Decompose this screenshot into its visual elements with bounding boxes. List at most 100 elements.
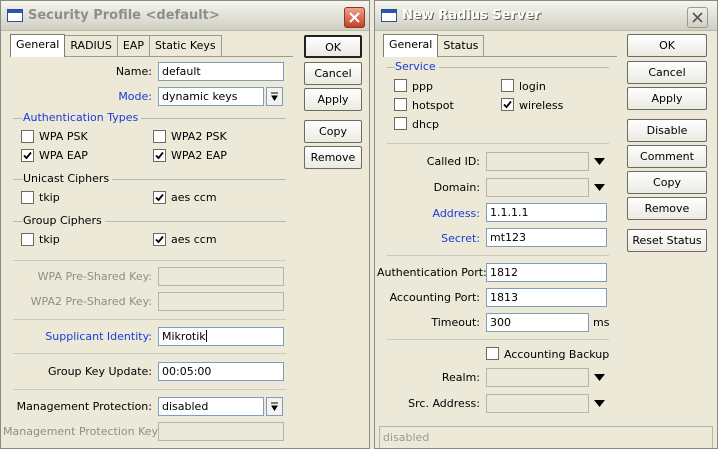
called-id-label: Called ID: — [426, 155, 480, 168]
remove-button[interactable]: Remove — [304, 146, 362, 169]
realm-input[interactable] — [486, 368, 589, 387]
copy-button[interactable]: Copy — [304, 120, 362, 143]
accounting-port-input[interactable]: 1813 — [486, 288, 607, 307]
wpa-psk-checkbox[interactable] — [21, 130, 34, 143]
unicast-tkip-label: tkip — [39, 191, 60, 204]
ok-button[interactable]: OK — [304, 35, 362, 58]
wpa2-eap-label: WPA2 EAP — [171, 149, 227, 162]
checkmark-icon — [23, 151, 32, 160]
divider — [13, 260, 286, 261]
divider — [13, 319, 286, 320]
management-protection-key-input[interactable] — [158, 422, 284, 441]
called-id-dropdown-button[interactable] — [593, 156, 605, 166]
close-button[interactable] — [344, 7, 365, 28]
mode-dropdown-button[interactable] — [266, 87, 283, 106]
ppp-label: ppp — [412, 80, 433, 93]
radius-server-titlebar[interactable]: New Radius Server — [375, 1, 717, 31]
tab-static-keys[interactable]: Static Keys — [148, 35, 222, 56]
reset-status-button[interactable]: Reset Status — [627, 229, 707, 252]
wpa-eap-checkbox[interactable] — [21, 149, 34, 162]
domain-input[interactable] — [486, 178, 589, 197]
close-button[interactable] — [687, 7, 708, 28]
wireless-checkbox[interactable] — [501, 98, 514, 111]
apply-button[interactable]: Apply — [304, 88, 362, 111]
ok-button[interactable]: OK — [627, 34, 707, 57]
group-tkip-checkbox[interactable] — [21, 233, 34, 246]
security-profile-titlebar[interactable]: Security Profile <default> — [1, 1, 369, 31]
tab-general[interactable]: General — [10, 34, 66, 57]
auth-section-title: Authentication Types — [23, 111, 142, 124]
src-address-label: Src. Address: — [408, 397, 480, 410]
window-title: New Radius Server — [402, 8, 541, 23]
src-address-input[interactable] — [486, 394, 589, 413]
group-key-update-input[interactable]: 00:05:00 — [158, 362, 284, 381]
tab-radius[interactable]: RADIUS — [64, 35, 118, 56]
name-input[interactable]: default — [158, 62, 284, 81]
wpa2-psk-key-label: WPA2 Pre-Shared Key: — [30, 295, 152, 308]
realm-dropdown-button[interactable] — [593, 372, 605, 382]
management-protection-dropdown-button[interactable] — [266, 397, 283, 416]
wpa-eap-label: WPA EAP — [39, 149, 88, 162]
cancel-button[interactable]: Cancel — [627, 61, 707, 84]
ppp-checkbox[interactable] — [394, 79, 407, 92]
dropdown-arrow-icon — [593, 157, 605, 165]
close-icon — [349, 12, 360, 23]
divider — [387, 255, 609, 256]
radius-server-window: New Radius Server General Status Service… — [374, 0, 718, 449]
dhcp-checkbox[interactable] — [394, 117, 407, 130]
domain-dropdown-button[interactable] — [593, 182, 605, 192]
wpa-psk-key-label: WPA Pre-Shared Key: — [37, 270, 152, 283]
group-tkip-label: tkip — [39, 233, 60, 246]
timeout-input[interactable]: 300 — [486, 313, 589, 332]
group-aes-checkbox[interactable] — [153, 233, 166, 246]
secret-input[interactable]: mt123 — [486, 228, 607, 247]
wpa2-psk-checkbox[interactable] — [153, 130, 166, 143]
unicast-aes-checkbox[interactable] — [153, 191, 166, 204]
wpa2-psk-key-input[interactable] — [158, 292, 284, 311]
dropdown-arrow-icon — [271, 402, 278, 411]
tab-eap[interactable]: EAP — [116, 35, 150, 56]
close-icon — [692, 12, 703, 23]
unicast-tkip-checkbox[interactable] — [21, 191, 34, 204]
divider — [387, 339, 609, 340]
management-protection-key-label: Management Protection Key: — [3, 425, 161, 438]
tab-general[interactable]: General — [383, 34, 439, 57]
wpa-psk-key-input[interactable] — [158, 267, 284, 286]
authentication-port-input[interactable]: 1812 — [486, 263, 607, 282]
realm-label: Realm: — [441, 371, 480, 384]
mode-select[interactable]: dynamic keys — [158, 87, 264, 106]
group-section-title: Group Ciphers — [23, 214, 105, 227]
comment-button[interactable]: Comment — [627, 145, 707, 168]
remove-button[interactable]: Remove — [627, 197, 707, 220]
wpa2-eap-checkbox[interactable] — [153, 149, 166, 162]
login-checkbox[interactable] — [501, 79, 514, 92]
unicast-aes-label: aes ccm — [171, 191, 217, 204]
supplicant-identity-value: Mikrotik — [162, 330, 206, 343]
supplicant-identity-input[interactable]: Mikrotik — [158, 327, 284, 346]
accounting-backup-label: Accounting Backup — [504, 348, 610, 361]
dropdown-arrow-icon — [271, 92, 278, 101]
tab-status[interactable]: Status — [437, 35, 485, 56]
secret-label: Secret: — [441, 232, 480, 245]
hotspot-checkbox[interactable] — [394, 98, 407, 111]
copy-button[interactable]: Copy — [627, 171, 707, 194]
divider — [13, 353, 286, 354]
group-aes-label: aes ccm — [171, 233, 217, 246]
called-id-input[interactable] — [486, 152, 589, 171]
dhcp-label: dhcp — [412, 118, 439, 131]
name-label: Name: — [115, 65, 152, 78]
management-protection-select[interactable]: disabled — [158, 397, 264, 416]
disable-button[interactable]: Disable — [627, 119, 707, 142]
tab-bar: General RADIUS EAP Static Keys — [10, 34, 222, 58]
wpa2-psk-label: WPA2 PSK — [171, 130, 227, 143]
tab-bar: General Status — [383, 34, 485, 58]
checkmark-icon — [155, 151, 164, 160]
cancel-button[interactable]: Cancel — [304, 62, 362, 85]
src-address-dropdown-button[interactable] — [593, 398, 605, 408]
address-input[interactable]: 1.1.1.1 — [486, 203, 607, 222]
hotspot-label: hotspot — [412, 99, 454, 112]
security-profile-window: Security Profile <default> General RADIU… — [0, 0, 370, 449]
apply-button[interactable]: Apply — [627, 87, 707, 110]
accounting-backup-checkbox[interactable] — [486, 347, 499, 360]
dropdown-arrow-icon — [593, 399, 605, 407]
